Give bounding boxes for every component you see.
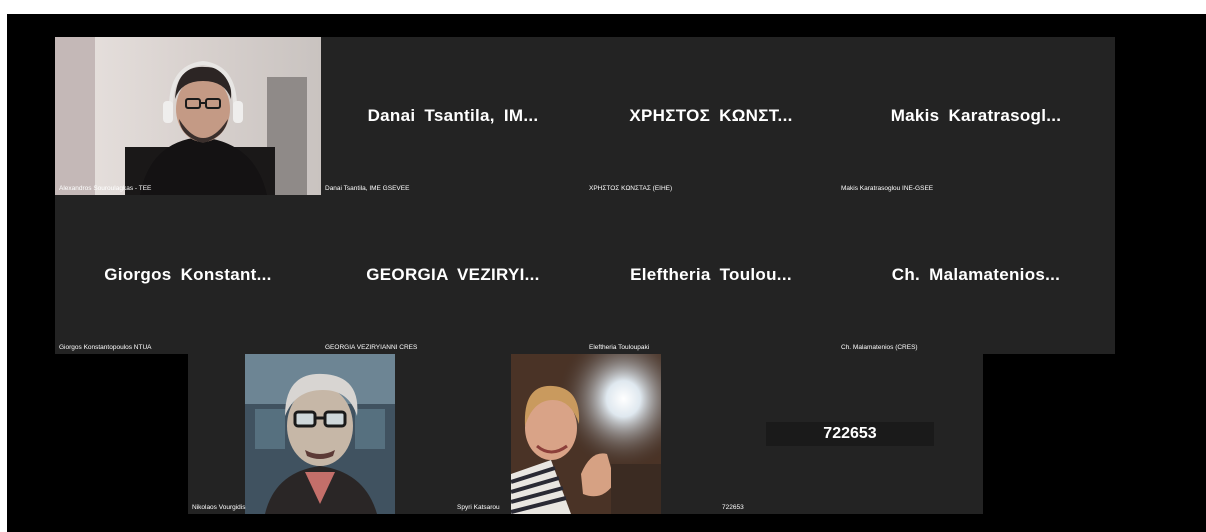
participant-tile[interactable]: Alexandros Souroulagkas - TEE — [55, 37, 321, 195]
participant-name-label: Spyri Katsarou — [457, 504, 500, 511]
participant-tile[interactable]: GEORGIA VEZIRYI... GEORGIA VEZIRYIANNI C… — [321, 195, 585, 354]
cartoon-avatar-frame — [245, 354, 395, 514]
participant-tile[interactable]: Spyri Katsarou — [453, 354, 718, 514]
participant-name-label: GEORGIA VEZIRYIANNI CRES — [325, 344, 418, 351]
participant-name-label: Danai Tsantila, IME GSEVEE — [325, 185, 410, 192]
participant-display-name: ΧΡΗΣΤΟΣ ΚΩΝΣΤ... — [629, 106, 793, 125]
participant-display-name: Danai Tsantila, IM... — [367, 106, 539, 125]
selfie-webcam-frame — [511, 354, 661, 514]
participant-tile[interactable]: 722653 722653 — [718, 354, 983, 514]
participant-tile[interactable]: ΧΡΗΣΤΟΣ ΚΩΝΣΤ... ΧΡΗΣΤΟΣ ΚΩΝΣΤΑΣ (ΕΙΗΕ) — [585, 37, 837, 195]
participant-name-label: 722653 — [722, 504, 744, 511]
participant-name-label: Makis Karatrasoglou INE-GSEE — [841, 185, 934, 192]
participant-name-label: Alexandros Souroulagkas - TEE — [59, 185, 152, 192]
participant-display-name: Eleftheria Toulou... — [630, 264, 792, 284]
participant-tile[interactable]: Danai Tsantila, IM... Danai Tsantila, IM… — [321, 37, 585, 195]
avatar-video — [245, 354, 395, 514]
participant-display-name: Ch. Malamatenios... — [891, 264, 1061, 284]
participant-display-name: Giorgos Konstant... — [104, 264, 272, 284]
participant-tile[interactable]: Eleftheria Toulou... Eleftheria Touloupa… — [585, 195, 837, 354]
participant-name-label: Ch. Malamatenios (CRES) — [841, 344, 918, 351]
participant-name-label: Giorgos Konstantopoulos NTUA — [59, 344, 152, 351]
participant-tile[interactable]: Makis Karatrasogl... Makis Karatrasoglou… — [837, 37, 1115, 195]
participant-tile[interactable]: Nikolaos Vourgidis — [188, 354, 453, 514]
participant-display-name: 722653 — [766, 422, 934, 446]
participant-display-name: GEORGIA VEZIRYI... — [366, 264, 540, 284]
participant-name-label: ΧΡΗΣΤΟΣ ΚΩΝΣΤΑΣ (ΕΙΗΕ) — [589, 185, 673, 192]
person-video-frame — [55, 37, 321, 195]
zoom-gallery-view: Alexandros Souroulagkas - TEE Danai Tsan… — [7, 14, 1206, 532]
participant-name-label: Nikolaos Vourgidis — [192, 504, 246, 511]
participant-tile[interactable]: Giorgos Konstant... Giorgos Konstantopou… — [55, 195, 321, 354]
webcam-video — [55, 37, 321, 195]
participant-name-label: Eleftheria Touloupaki — [589, 344, 650, 351]
selfie-video — [511, 354, 661, 514]
participant-display-name: Makis Karatrasogl... — [890, 106, 1062, 125]
participant-tile[interactable]: Ch. Malamatenios... Ch. Malamatenios (CR… — [837, 195, 1115, 354]
